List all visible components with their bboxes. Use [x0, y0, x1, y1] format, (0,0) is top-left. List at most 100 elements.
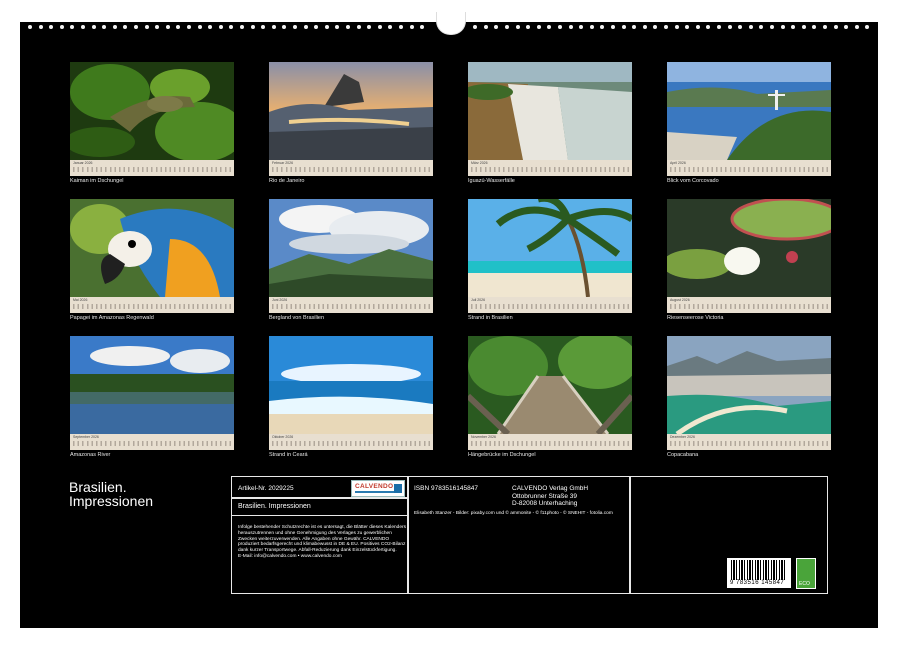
binding-hole	[537, 25, 541, 29]
month-label: Juli 2026	[471, 298, 485, 302]
month-label: Mai 2026	[73, 298, 87, 302]
binding-hole	[49, 25, 53, 29]
photo-caption: Rio de Janeiro	[269, 178, 433, 184]
binding-hole	[240, 25, 244, 29]
calendar-strip: September 2026	[70, 434, 234, 450]
photo-waterlily	[667, 199, 831, 297]
binding-hole	[39, 25, 43, 29]
photo-caption: Bergland von Brasilien	[269, 315, 433, 321]
binding-hole	[145, 25, 149, 29]
binding-hole	[335, 25, 339, 29]
month-thumb: September 2026 Amazonas River	[70, 336, 234, 458]
photo-caption: Kaiman im Dschungel	[70, 178, 234, 184]
binding-hole	[569, 25, 573, 29]
binding-hole	[653, 25, 657, 29]
binding-hole	[494, 25, 498, 29]
photo-caption: Riesenseerose Victoria	[667, 315, 831, 321]
binding-hole	[198, 25, 202, 29]
binding-hole	[155, 25, 159, 29]
calendar-strip: Februar 2026	[269, 160, 433, 176]
article-number: Artikel-Nr. 2029225	[238, 485, 294, 492]
binding-hole	[304, 25, 308, 29]
month-label: September 2026	[73, 435, 99, 439]
binding-hole	[685, 25, 689, 29]
title-line-1: Brasilien.	[69, 480, 153, 494]
binding-hole	[325, 25, 329, 29]
barcode-number: 9 783516 145847	[730, 580, 784, 586]
binding-hole	[770, 25, 774, 29]
binding-hole	[516, 25, 520, 29]
binding-hole	[70, 25, 74, 29]
photo-copacabana	[667, 336, 831, 434]
photo-mountains	[269, 199, 433, 297]
binding-hole	[410, 25, 414, 29]
binding-hole	[123, 25, 127, 29]
binding-hole	[590, 25, 594, 29]
isbn: ISBN 9783516145847	[414, 485, 478, 492]
month-thumb: März 2026 Iguazú-Wasserfälle	[468, 62, 632, 184]
calendar-strip: Juni 2026	[269, 297, 433, 313]
photo-bridge	[468, 336, 632, 434]
binding-hole	[738, 25, 742, 29]
binding-hole	[643, 25, 647, 29]
month-thumb: April 2026 Blick vom Corcovado	[667, 62, 831, 184]
photo-beach-palm	[468, 199, 632, 297]
binding-hole	[282, 25, 286, 29]
photo-rio	[269, 62, 433, 160]
binding-hole	[293, 25, 297, 29]
binding-hole	[261, 25, 265, 29]
binding-hole	[664, 25, 668, 29]
binding-hole	[28, 25, 32, 29]
binding-hole	[611, 25, 615, 29]
photo-corcovado	[667, 62, 831, 160]
binding-hole	[176, 25, 180, 29]
binding-hole	[865, 25, 869, 29]
photo-parrot	[70, 199, 234, 297]
calendar-strip: Juli 2026	[468, 297, 632, 313]
binding-hole	[113, 25, 117, 29]
binding-hole	[219, 25, 223, 29]
month-thumb: Mai 2026 Papagei im Amazonas Regenwald	[70, 199, 234, 321]
binding-hole	[81, 25, 85, 29]
binding-hole	[844, 25, 848, 29]
binding-hole	[134, 25, 138, 29]
binding-hole	[717, 25, 721, 29]
binding-hole	[229, 25, 233, 29]
legal-text: Infolge bestehender Schutzrechte ist es …	[238, 525, 406, 560]
month-label: März 2026	[471, 161, 488, 165]
binding-hole	[251, 25, 255, 29]
calendar-strip: Mai 2026	[70, 297, 234, 313]
binding-hole	[378, 25, 382, 29]
month-thumb: Oktober 2026 Strand in Ceará	[269, 336, 433, 458]
month-thumb: Juni 2026 Bergland von Brasilien	[269, 199, 433, 321]
binding-hole	[314, 25, 318, 29]
binding-hole	[473, 25, 477, 29]
month-label: Dezember 2026	[670, 435, 695, 439]
photo-caption: Iguazú-Wasserfälle	[468, 178, 632, 184]
month-label: April 2026	[670, 161, 686, 165]
binding-hole	[388, 25, 392, 29]
binding-hole	[632, 25, 636, 29]
month-label: November 2026	[471, 435, 496, 439]
month-label: Januar 2026	[73, 161, 92, 165]
title-line-2: Impressionen	[69, 494, 153, 508]
calendar-title: Brasilien. Impressionen	[69, 480, 153, 508]
binding-hole	[558, 25, 562, 29]
month-thumb: Juli 2026 Strand in Brasilien	[468, 199, 632, 321]
binding-hole	[749, 25, 753, 29]
photo-caption: Strand in Brasilien	[468, 315, 632, 321]
calendar-strip: November 2026	[468, 434, 632, 450]
photo-iguazu	[468, 62, 632, 160]
calvendo-logo: CALVENDO	[351, 480, 405, 497]
month-label: Oktober 2026	[272, 435, 293, 439]
binding-hole	[675, 25, 679, 29]
photo-caption: Amazonas River	[70, 452, 234, 458]
binding-hole	[484, 25, 488, 29]
binding-hole	[802, 25, 806, 29]
binding-hole	[834, 25, 838, 29]
binding-hole	[526, 25, 530, 29]
photo-caption: Hängebrücke im Dschungel	[468, 452, 632, 458]
binding-hole	[92, 25, 96, 29]
month-thumb: Dezember 2026 Copacabana	[667, 336, 831, 458]
binding-hole	[696, 25, 700, 29]
